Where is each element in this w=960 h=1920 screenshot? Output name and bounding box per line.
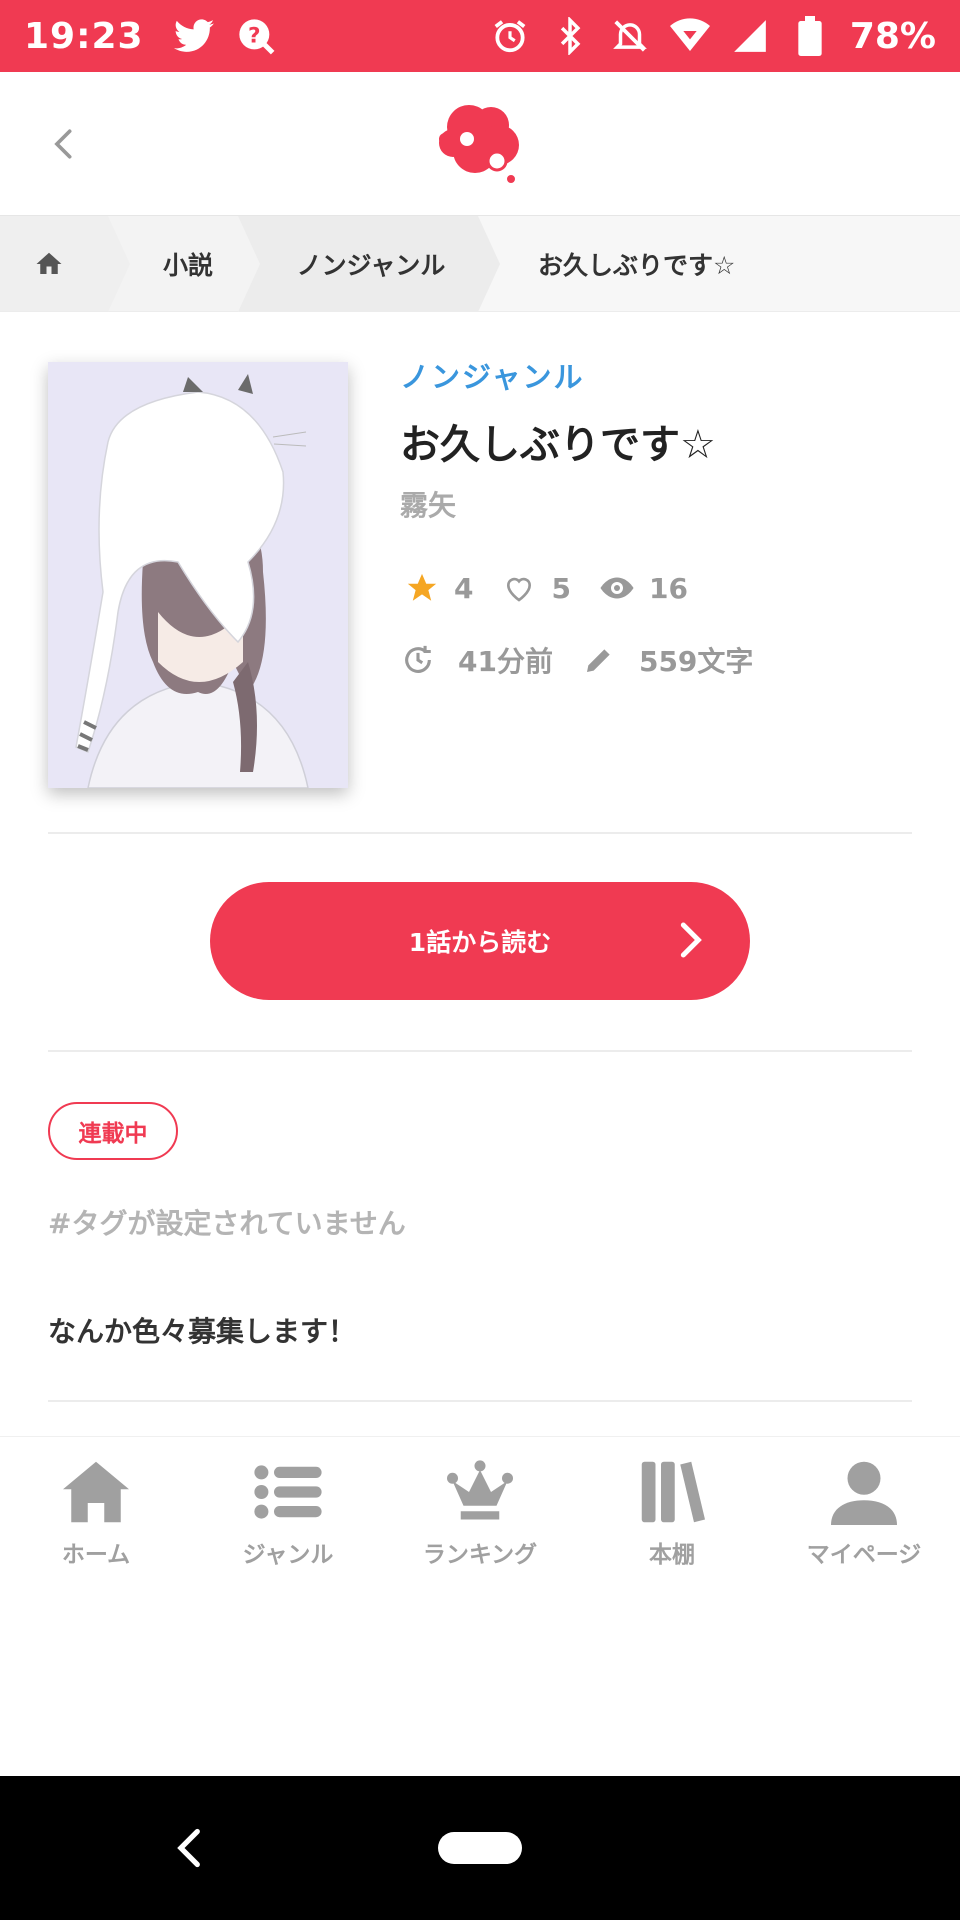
bottom-navigation: ホーム ジャンル ランキング 本棚 マイページ (0, 1436, 960, 1576)
nav-item-genre[interactable]: ジャンル (192, 1437, 384, 1576)
view-count: 16 (648, 571, 688, 605)
status-badge: 連載中 (48, 1102, 178, 1160)
nav-label: 本棚 (649, 1542, 695, 1568)
updated-time: 41分前 (458, 645, 553, 678)
nav-item-ranking[interactable]: ランキング (384, 1437, 576, 1576)
stats-row: 4 5 16 (404, 570, 716, 606)
nav-label: マイページ (806, 1542, 922, 1568)
app-notification-icon: ? (236, 16, 276, 56)
meta-row: 41分前 559文字 (400, 640, 781, 680)
update-clock-icon (400, 642, 436, 678)
description: なんか色々募集します！ (48, 1315, 357, 1348)
wifi-icon (669, 16, 710, 56)
author-link[interactable]: 霧矢 (400, 484, 456, 524)
status-bar: 19:23 ? 78% (0, 0, 960, 72)
system-home-button[interactable] (438, 1832, 522, 1864)
crown-icon (445, 1459, 515, 1525)
system-back-icon[interactable] (168, 1826, 212, 1870)
nav-item-mypage[interactable]: マイページ (768, 1437, 960, 1576)
twitter-icon (173, 16, 214, 56)
divider (48, 1400, 912, 1402)
read-from-first-episode-button[interactable]: 1話から読む (210, 882, 750, 1000)
app-logo[interactable] (425, 89, 535, 199)
pencil-icon (581, 642, 617, 678)
divider (48, 832, 912, 834)
character-count: 559文字 (638, 645, 754, 678)
back-button[interactable] (36, 116, 92, 172)
signal-icon (730, 16, 770, 56)
home-icon (36, 252, 62, 274)
nav-label: ランキング (422, 1542, 538, 1568)
nav-item-home[interactable]: ホーム (0, 1437, 192, 1576)
app-header (0, 72, 960, 216)
breadcrumb-home[interactable] (0, 216, 130, 312)
tags: #タグが設定されていません (48, 1207, 406, 1240)
eye-icon (599, 570, 635, 606)
notifications-off-icon (610, 16, 650, 56)
status-time: 19:23 (24, 15, 144, 57)
breadcrumb-label: 小説 (162, 250, 213, 280)
breadcrumb-label: ノンジャンル (296, 250, 446, 280)
cover-image (48, 362, 348, 788)
star-icon (404, 570, 440, 606)
chevron-left-icon (54, 129, 72, 159)
breadcrumb: 小説 ノンジャンル お久しぶりです☆ (0, 216, 960, 312)
bluetooth-icon (550, 16, 590, 56)
system-navigation-bar (0, 1776, 960, 1920)
divider (48, 1050, 912, 1052)
list-icon (253, 1459, 323, 1525)
nav-label: ホーム (61, 1542, 131, 1568)
breadcrumb-item-genre[interactable]: ノンジャンル (238, 216, 500, 312)
like-count: 5 (551, 571, 571, 605)
breadcrumb-label: お久しぶりです☆ (538, 250, 736, 280)
home-icon (61, 1459, 131, 1525)
nav-item-bookshelf[interactable]: 本棚 (576, 1437, 768, 1576)
person-icon (829, 1459, 899, 1525)
svg-text:?: ? (248, 24, 261, 49)
work-title: お久しぶりです☆ (400, 422, 716, 468)
heart-icon (501, 570, 537, 606)
alarm-icon (490, 16, 530, 56)
genre-link[interactable]: ノンジャンル (400, 354, 585, 396)
bookshelf-icon (637, 1459, 707, 1525)
nav-label: ジャンル (242, 1542, 334, 1568)
chevron-right-icon (680, 922, 702, 958)
breadcrumb-item-current: お久しぶりです☆ (478, 216, 960, 311)
read-button-label: 1話から読む (408, 928, 552, 957)
battery-icon (790, 16, 830, 56)
battery-percentage: 78% (849, 15, 936, 57)
star-count: 4 (454, 571, 474, 605)
